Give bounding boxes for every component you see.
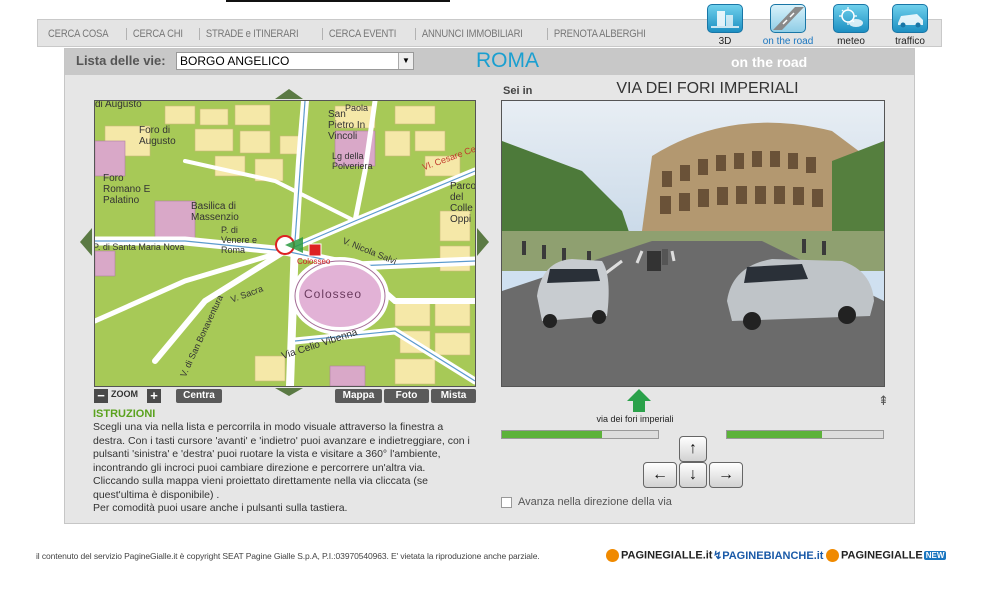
paginebianche-logo[interactable]: ↯PAGINEBIANCHE.it (713, 549, 823, 562)
nav-item-strade[interactable]: STRADE e ITINERARI (199, 28, 304, 40)
top-arrow-icon[interactable]: ⇞ (878, 393, 889, 409)
current-street-title: VIA DEI FORI IMPERIALI (616, 80, 799, 97)
zoom-out-button[interactable]: − (94, 389, 108, 403)
map-label: Colosseo (304, 287, 363, 301)
tool-3d-label: 3D (718, 36, 732, 47)
chevron-down-icon[interactable]: ▼ (398, 53, 413, 69)
road-icon (770, 4, 806, 33)
nav-item-cerca-cosa[interactable]: CERCA COSA (42, 28, 114, 40)
key-up-button[interactable]: ↑ (679, 436, 707, 462)
paginebianche-logo-text: PAGINEBIANCHE.it (722, 550, 824, 562)
zoom-in-button[interactable]: + (147, 389, 161, 403)
position-arrow-stem (633, 400, 645, 412)
foto-button[interactable]: Foto (384, 389, 429, 403)
car-icon (892, 4, 928, 33)
instructions-paragraph: Scegli una via nella lista e percorrila … (93, 421, 470, 474)
progress-bar-right (726, 430, 884, 439)
mappa-button[interactable]: Mappa (335, 389, 382, 403)
key-left-button[interactable]: ← (643, 462, 677, 488)
street-view-photo[interactable] (501, 100, 885, 387)
progress-fill-right (727, 431, 823, 438)
position-street-label: via dei fori imperiali (596, 414, 674, 424)
tool-meteo[interactable]: meteo (821, 4, 881, 47)
advance-checkbox-label: Avanza nella direzione della via (518, 496, 672, 508)
key-right-button[interactable]: → (709, 462, 743, 488)
tool-meteo-label: meteo (837, 36, 865, 47)
instructions-title: ISTRUZIONI (93, 408, 156, 420)
instructions-paragraph: Cliccando sulla mappa vieni proiettato d… (93, 475, 429, 501)
map-label: Foro Romano E Palatino (103, 173, 151, 206)
instructions-paragraph: Per comodità puoi usare anche i pulsanti… (93, 502, 348, 514)
street-list-label: Lista delle vie: (76, 53, 166, 68)
instructions-text: Scegli una via nella lista e percorrila … (93, 421, 476, 516)
street-view-image (502, 101, 884, 386)
new-badge: NEW (923, 551, 947, 561)
progress-fill-left (502, 431, 602, 438)
paginegialle-new-logo[interactable]: PAGINEGIALLE NEW (826, 549, 947, 562)
nav-item-annunci[interactable]: ANNUNCI IMMOBILIARI (415, 28, 529, 40)
map-pan-down-icon[interactable] (275, 388, 303, 396)
map-label: Foro di Augusto (139, 125, 176, 147)
street-select[interactable]: BORGO ANGELICO ▼ (176, 52, 414, 70)
tool-traffico[interactable]: traffico (880, 4, 940, 47)
map-label: Parco del Colle Oppi (450, 181, 476, 225)
key-down-button[interactable]: ↓ (679, 462, 707, 488)
nav-item-eventi[interactable]: CERCA EVENTI (321, 28, 402, 40)
top-rule (226, 0, 450, 2)
tool-traffico-label: traffico (895, 36, 925, 47)
weather-icon (833, 4, 869, 33)
advance-checkbox[interactable] (501, 497, 512, 508)
copyright-text: il contenuto del servizio PagineGialle.i… (36, 551, 540, 561)
paginegialle-logo[interactable]: PAGINEGIALLE.it (606, 549, 712, 562)
street-select-value: BORGO ANGELICO (180, 54, 290, 68)
nav-item-cerca-chi[interactable]: CERCA CHI (126, 28, 189, 40)
3d-map-icon (707, 4, 743, 33)
nav-menu: CERCA COSA CERCA CHI STRADE e ITINERARI … (42, 26, 669, 42)
paginegialle-logo-text: PAGINEGIALLE.it (621, 549, 713, 562)
map-label: di Augusto (95, 100, 142, 110)
progress-bar-left (501, 430, 659, 439)
street-map[interactable]: di Augusto Foro di Augusto Foro Romano E… (94, 100, 476, 387)
map-label: Lg della Polveriera (332, 151, 373, 171)
zoom-label: ZOOM (111, 389, 138, 399)
tool-on-the-road[interactable]: on the road (758, 4, 818, 47)
tool-on-the-road-label: on the road (762, 36, 814, 47)
paginegialle-icon (826, 549, 839, 562)
paginegialle-icon (606, 549, 619, 562)
map-label: P. di Santa Maria Nova (94, 242, 185, 252)
map-pan-left-icon[interactable] (80, 228, 92, 256)
centra-button[interactable]: Centra (176, 389, 222, 403)
map-label: P. di Venere e Roma (221, 225, 258, 255)
map-label: Colosseo (297, 257, 331, 266)
nav-item-alberghi[interactable]: PRENOTA ALBERGHI (547, 28, 652, 40)
map-label: Basilica di Massenzio (191, 201, 239, 223)
section-title: on the road (731, 54, 808, 70)
mista-button[interactable]: Mista (431, 389, 476, 403)
city-title: ROMA (476, 49, 539, 72)
paginegialle-new-logo-text: PAGINEGIALLE (841, 549, 923, 562)
paginebianche-icon: ↯ (713, 550, 723, 562)
map-pan-up-icon[interactable] (275, 89, 303, 99)
map-pan-right-icon[interactable] (477, 228, 489, 256)
sei-in-label: Sei in (503, 85, 533, 97)
map-label: San Pietro In Vincoli (328, 109, 366, 142)
tool-3d[interactable]: 3D (695, 4, 755, 47)
